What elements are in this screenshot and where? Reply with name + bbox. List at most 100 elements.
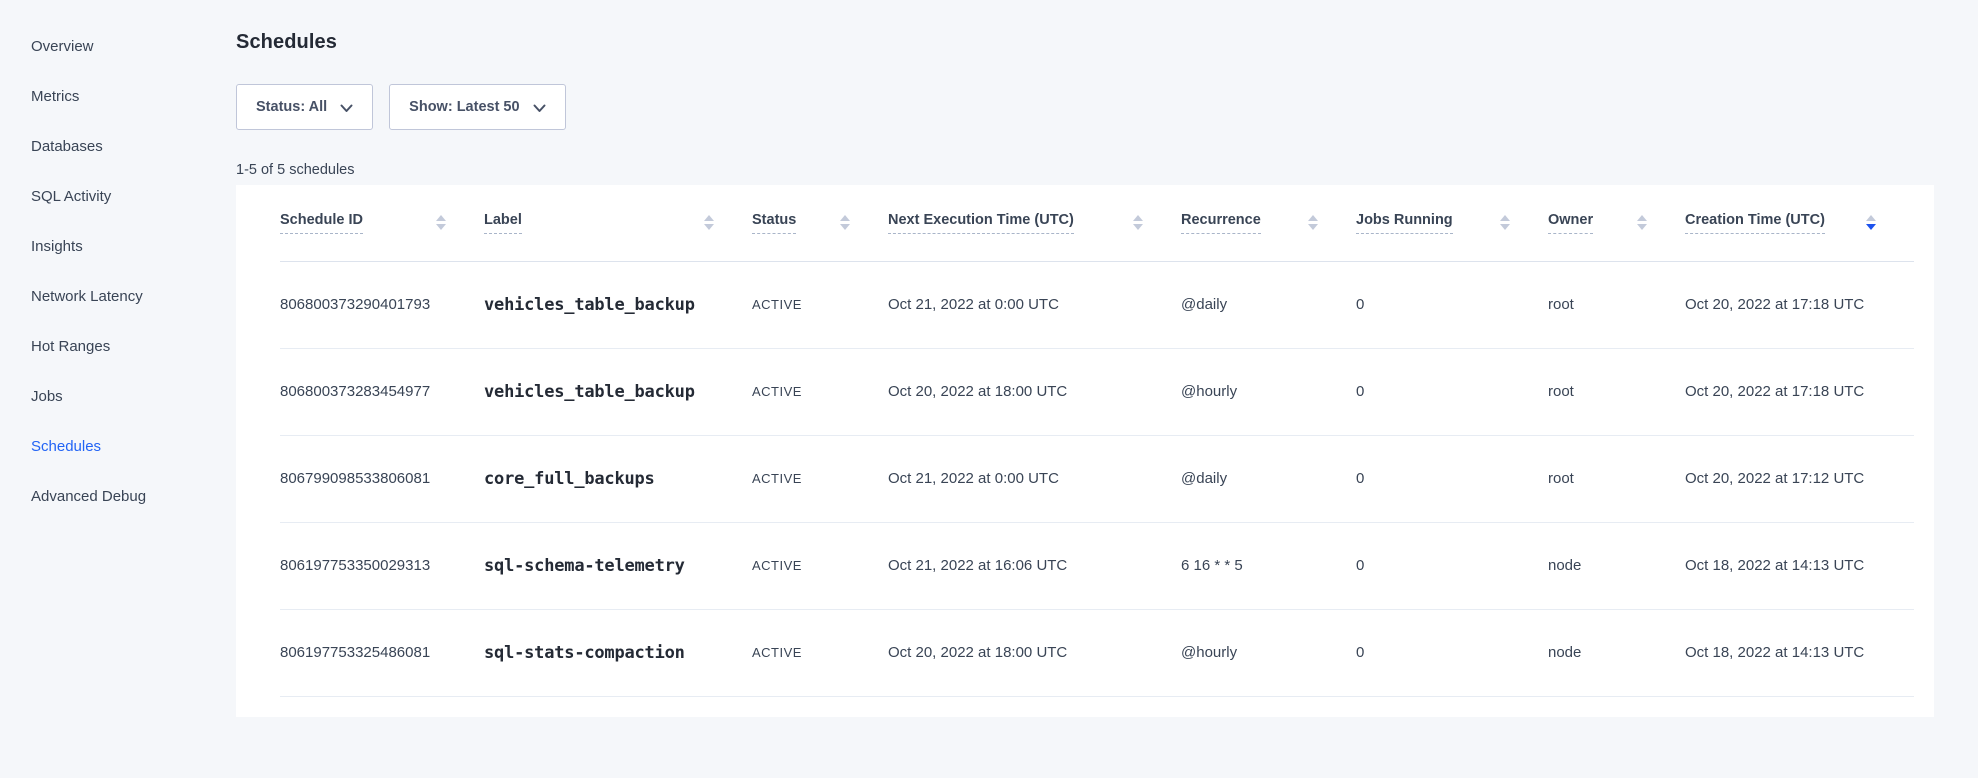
cell-creation-time: Oct 20, 2022 at 17:18 UTC [1685,261,1914,348]
column-label-label[interactable]: Label [484,212,522,234]
column-label-jobs-running[interactable]: Jobs Running [1356,212,1453,234]
column-header-label: Label [484,185,752,261]
cell-owner: root [1548,435,1685,522]
cell-jobs-running: 0 [1356,609,1548,696]
cell-schedule-id: 806800373283454977 [280,348,484,435]
cell-next-execution-time: Oct 21, 2022 at 16:06 UTC [888,522,1181,609]
cell-schedule-id: 806800373290401793 [280,261,484,348]
cell-owner: root [1548,261,1685,348]
sidebar-item-label: Jobs [31,388,63,405]
sidebar-item[interactable]: Advanced Debug [0,471,236,521]
status-filter-dropdown[interactable]: Status: All [236,84,373,130]
cell-status: ACTIVE [752,348,888,435]
column-header-status: Status [752,185,888,261]
sort-icon-active-desc[interactable] [1866,215,1876,230]
cell-creation-time: Oct 20, 2022 at 17:18 UTC [1685,348,1914,435]
cell-label: vehicles_table_backup [484,261,752,348]
cell-status: ACTIVE [752,522,888,609]
sidebar-item-label: Databases [31,138,103,155]
cell-label: sql-stats-compaction [484,609,752,696]
cell-recurrence: @hourly [1181,348,1356,435]
column-label-recurrence[interactable]: Recurrence [1181,212,1261,234]
sidebar-menu: Overview Metrics Databases SQL Activity … [0,21,236,521]
sort-icon[interactable] [1637,215,1647,230]
cell-next-execution-time: Oct 21, 2022 at 0:00 UTC [888,261,1181,348]
cell-label: vehicles_table_backup [484,348,752,435]
table-row[interactable]: 806800373290401793 vehicles_table_backup… [280,261,1914,348]
sort-icon[interactable] [840,215,850,230]
app-layout: Overview Metrics Databases SQL Activity … [0,0,1978,778]
cell-creation-time: Oct 20, 2022 at 17:12 UTC [1685,435,1914,522]
sidebar-item-label: Network Latency [31,288,143,305]
column-header-recurrence: Recurrence [1181,185,1356,261]
sort-icon[interactable] [1308,215,1318,230]
cell-jobs-running: 0 [1356,522,1548,609]
sidebar-item[interactable]: SQL Activity [0,171,236,221]
column-label-creation-time[interactable]: Creation Time (UTC) [1685,212,1825,234]
sidebar-item-label: Insights [31,238,83,255]
main-content: Schedules Status: All Show: Latest 50 1-… [236,0,1978,778]
column-header-owner: Owner [1548,185,1685,261]
sort-icon[interactable] [1133,215,1143,230]
cell-schedule-id: 806799098533806081 [280,435,484,522]
column-label-status[interactable]: Status [752,212,796,234]
cell-creation-time: Oct 18, 2022 at 14:13 UTC [1685,609,1914,696]
cell-label: core_full_backups [484,435,752,522]
status-filter-label: Status: All [256,99,327,115]
sidebar-item-label: Hot Ranges [31,338,110,355]
table-row[interactable]: 806197753325486081 sql-stats-compaction … [280,609,1914,696]
column-header-schedule-id: Schedule ID [280,185,484,261]
sort-icon[interactable] [436,215,446,230]
sidebar-item-label: Schedules [31,438,101,455]
schedules-table-card: Schedule ID Label Stat [236,185,1934,717]
table-row[interactable]: 806799098533806081 core_full_backups ACT… [280,435,1914,522]
filters-bar: Status: All Show: Latest 50 [236,84,1934,130]
column-label-next-execution-time[interactable]: Next Execution Time (UTC) [888,212,1074,234]
show-limit-dropdown[interactable]: Show: Latest 50 [389,84,565,130]
sidebar-item[interactable]: Insights [0,221,236,271]
cell-next-execution-time: Oct 20, 2022 at 18:00 UTC [888,609,1181,696]
sidebar-item[interactable]: Overview [0,21,236,71]
column-header-next-execution-time: Next Execution Time (UTC) [888,185,1181,261]
cell-owner: root [1548,348,1685,435]
sidebar-item[interactable]: Jobs [0,371,236,421]
page-title: Schedules [236,32,1934,53]
sidebar-item[interactable]: Metrics [0,71,236,121]
cell-jobs-running: 0 [1356,435,1548,522]
cell-schedule-id: 806197753325486081 [280,609,484,696]
table-row[interactable]: 806197753350029313 sql-schema-telemetry … [280,522,1914,609]
sidebar-item[interactable]: Schedules [0,421,236,471]
chevron-down-icon [533,104,546,113]
show-limit-label: Show: Latest 50 [409,99,519,115]
cell-schedule-id: 806197753350029313 [280,522,484,609]
cell-jobs-running: 0 [1356,348,1548,435]
column-label-owner[interactable]: Owner [1548,212,1593,234]
cell-status: ACTIVE [752,435,888,522]
schedules-table: Schedule ID Label Stat [280,185,1914,697]
table-header: Schedule ID Label Stat [280,185,1914,261]
column-label-schedule-id[interactable]: Schedule ID [280,212,363,234]
cell-jobs-running: 0 [1356,261,1548,348]
table-body: 806800373290401793 vehicles_table_backup… [280,261,1914,696]
cell-recurrence: 6 16 * * 5 [1181,522,1356,609]
cell-owner: node [1548,609,1685,696]
cell-recurrence: @daily [1181,435,1356,522]
sidebar-item-label: Advanced Debug [31,488,146,505]
sidebar-item-label: SQL Activity [31,188,111,205]
table-row[interactable]: 806800373283454977 vehicles_table_backup… [280,348,1914,435]
cell-next-execution-time: Oct 21, 2022 at 0:00 UTC [888,435,1181,522]
results-count: 1-5 of 5 schedules [236,163,1934,177]
cell-recurrence: @daily [1181,261,1356,348]
sidebar-item[interactable]: Hot Ranges [0,321,236,371]
sidebar-item[interactable]: Network Latency [0,271,236,321]
column-header-jobs-running: Jobs Running [1356,185,1548,261]
sort-icon[interactable] [1500,215,1510,230]
sort-icon[interactable] [704,215,714,230]
sidebar-item[interactable]: Databases [0,121,236,171]
sidebar-nav: Overview Metrics Databases SQL Activity … [0,0,236,778]
cell-label: sql-schema-telemetry [484,522,752,609]
chevron-down-icon [340,104,353,113]
cell-owner: node [1548,522,1685,609]
cell-creation-time: Oct 18, 2022 at 14:13 UTC [1685,522,1914,609]
cell-status: ACTIVE [752,609,888,696]
